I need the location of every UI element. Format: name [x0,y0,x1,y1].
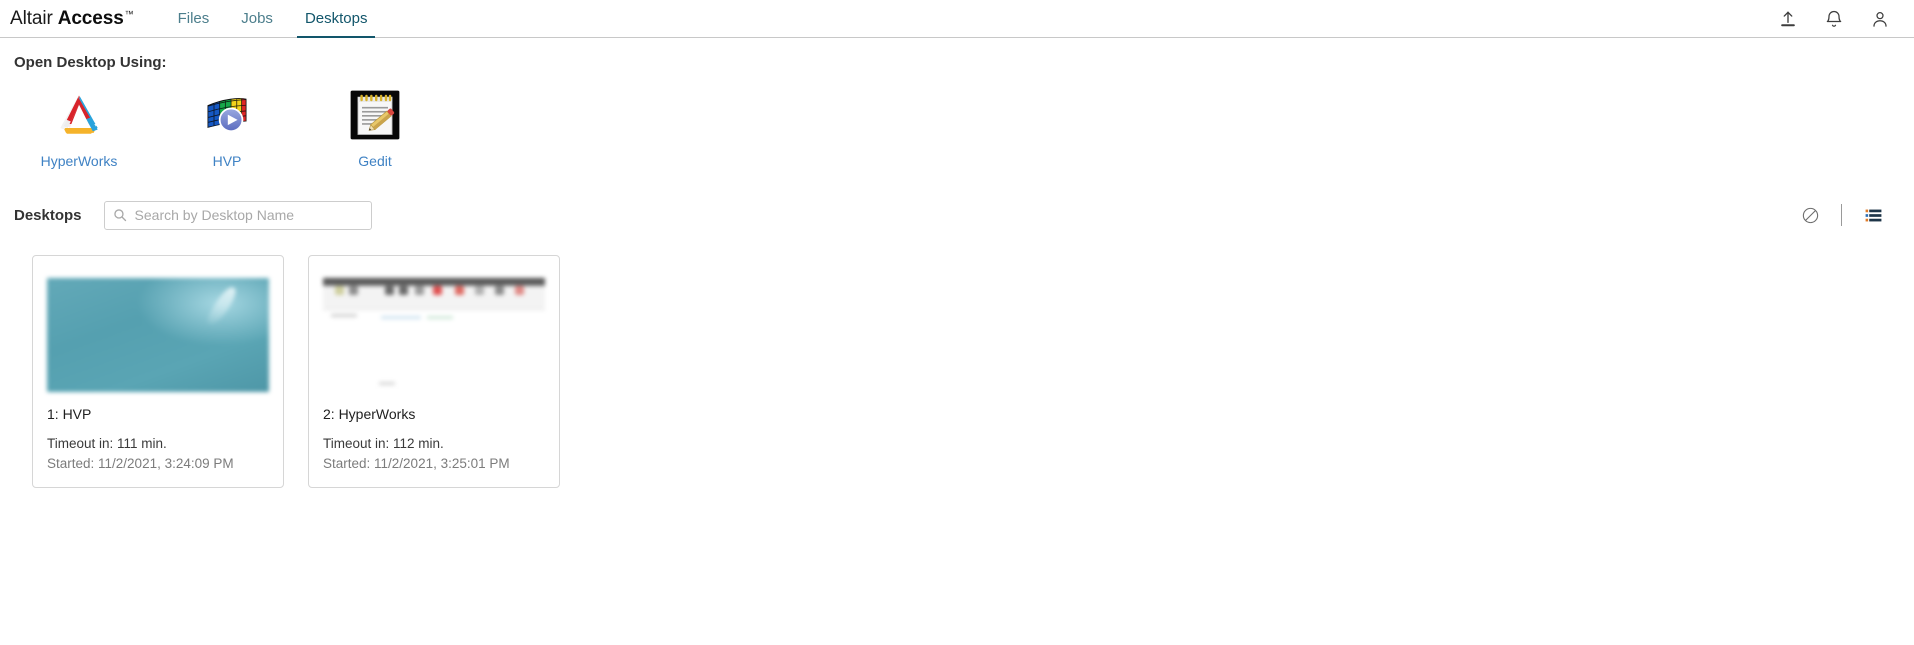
disable-icon[interactable] [1793,201,1827,229]
desktop-card-title: 2: HyperWorks [323,406,416,422]
top-bar-actions [1778,9,1900,29]
list-view-icon[interactable] [1856,201,1890,229]
desktop-thumbnail[interactable] [47,278,269,392]
hvp-icon [201,89,253,141]
gedit-icon [349,89,401,141]
desktop-thumbnail[interactable] [323,278,545,392]
app-launcher-label: HVP [212,153,242,169]
app-launcher-gedit[interactable]: Gedit [330,89,420,169]
thumb-toolbar-icon [495,286,504,295]
tab-files[interactable]: Files [162,0,226,38]
brand-access-text: Access [57,8,124,29]
thumb-toolbar-icon [349,286,358,295]
main-nav-tabs: Files Jobs Desktops [162,0,384,38]
desktops-toolbar: Desktops [0,199,1914,231]
thumb-toolbar-icon [475,286,484,295]
hyperworks-icon [53,89,105,141]
user-icon[interactable] [1870,9,1890,29]
brand-altair-text: Altair [10,8,53,29]
desktop-card[interactable]: 1: HVP Timeout in: 111 min. Started: 11/… [32,255,284,489]
thumb-toolbar-icon [455,286,464,295]
desktop-card-meta: Timeout in: 112 min. Started: 11/2/2021,… [323,434,545,473]
upload-icon[interactable] [1778,9,1798,29]
desktop-timeout: Timeout in: 111 min. [47,436,167,451]
app-launcher-hvp[interactable]: HVP [182,89,272,169]
thumb-toolbar-icon [399,286,408,295]
app-launcher-hyperworks[interactable]: HyperWorks [34,89,124,169]
thumb-content-line [331,314,357,317]
trademark-symbol: ™ [124,9,134,19]
bell-icon[interactable] [1824,9,1844,29]
desktop-card-meta: Timeout in: 111 min. Started: 11/2/2021,… [47,434,269,473]
thumb-window-titlebar [323,278,545,286]
thumb-content-line [381,316,421,319]
search-input[interactable] [103,200,372,230]
thumb-toolbar-icon [515,286,524,295]
desktop-started: Started: 11/2/2021, 3:25:01 PM [323,455,510,471]
app-logo[interactable]: Altair Access ™ [10,9,134,28]
thumb-toolbar-icon [415,286,424,295]
thumb-content-line [379,382,395,385]
desktop-cards-grid: 1: HVP Timeout in: 111 min. Started: 11/… [32,255,1914,489]
app-launcher-label: HyperWorks [40,153,118,169]
thumb-content-line [427,316,453,319]
desktop-timeout: Timeout in: 112 min. [323,436,444,451]
tab-jobs[interactable]: Jobs [225,0,289,38]
app-launcher-label: Gedit [358,153,392,169]
tab-desktops[interactable]: Desktops [289,0,384,38]
top-navigation-bar: Altair Access ™ Files Jobs Desktops [0,0,1914,38]
desktop-card[interactable]: 2: HyperWorks Timeout in: 112 min. Start… [308,255,560,489]
thumb-toolbar-icon [385,286,394,295]
desktops-heading: Desktops [14,206,82,224]
thumb-toolbar-icon [433,286,442,295]
toolbar-divider [1841,204,1842,226]
thumb-toolbar-icon [335,286,344,295]
thumb-window-body [323,310,545,392]
desktop-card-title: 1: HVP [47,406,92,422]
app-launcher-row: HyperWorks HVP Gedit [34,89,1914,169]
desktops-toolbar-actions [1793,201,1900,229]
open-desktop-title: Open Desktop Using: [14,54,167,71]
search-desktop-wrapper [103,200,372,230]
desktop-started: Started: 11/2/2021, 3:24:09 PM [47,455,234,471]
